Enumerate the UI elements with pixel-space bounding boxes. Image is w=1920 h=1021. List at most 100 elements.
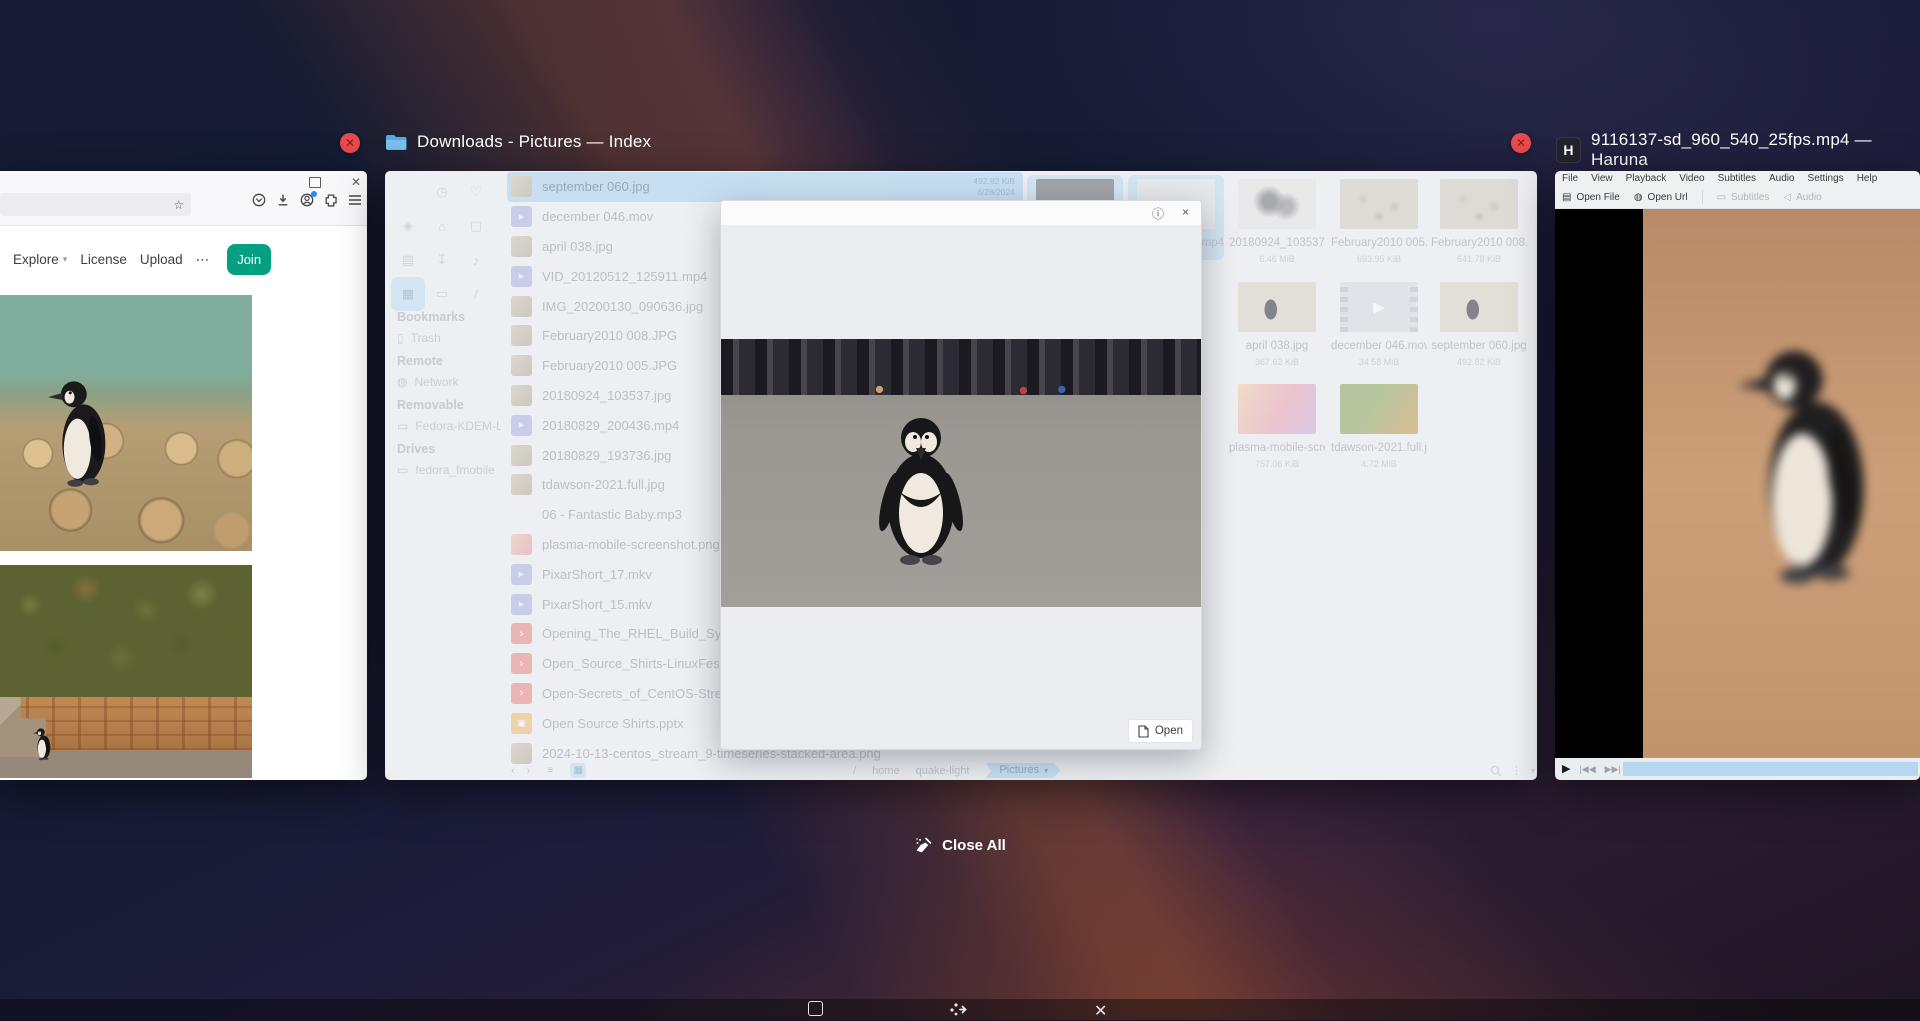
menu-settings[interactable]: Settings xyxy=(1808,173,1844,184)
grid-item[interactable]: tdawson-2021.full.jpg4.72 MiB xyxy=(1331,380,1427,469)
close-window-badge-browser[interactable]: ✕ xyxy=(340,133,360,153)
place-desktop-icon[interactable]: ▢ xyxy=(459,209,493,243)
sidebar-item-network[interactable]: ◍Network xyxy=(397,375,501,389)
bookmark-star-icon[interactable]: ☆ xyxy=(173,198,184,212)
pocket-icon[interactable] xyxy=(252,193,266,207)
info-icon[interactable]: ⓘ xyxy=(1152,205,1164,222)
grid-item[interactable]: February2010 005.JPG693.95 KiB xyxy=(1331,175,1427,264)
grid-file-name: February2010 008.JPG xyxy=(1431,237,1527,249)
breadcrumb-root[interactable]: / xyxy=(853,765,856,777)
back-button[interactable]: ‹ xyxy=(511,765,515,777)
open-url-icon: ◍ xyxy=(1634,192,1643,203)
window-caption-files-label: Downloads - Pictures — Index xyxy=(417,132,651,152)
place-downloads-icon[interactable]: ↧ xyxy=(425,243,459,277)
seek-bar[interactable] xyxy=(1623,762,1918,776)
play-button[interactable]: ▶ xyxy=(1562,764,1570,775)
close-window-badge-files[interactable]: ✕ xyxy=(1511,133,1531,153)
place-documents-icon[interactable]: ▤ xyxy=(391,243,425,277)
next-button[interactable]: ▶▶| xyxy=(1605,765,1621,774)
download-icon[interactable] xyxy=(276,193,290,207)
grid-item[interactable]: 20180924_103537.jpg 6.46 MiB xyxy=(1229,175,1325,264)
window-caption-files[interactable]: Downloads - Pictures — Index xyxy=(385,132,651,152)
menu-help[interactable]: Help xyxy=(1857,173,1878,184)
menu-playback[interactable]: Playback xyxy=(1626,173,1667,184)
sidebar-section-title: Drives xyxy=(397,442,501,456)
file-thumbnail-video xyxy=(511,564,532,585)
grid-file-size: 6.46 MiB xyxy=(1229,254,1325,264)
files-window[interactable]: ◷♡◈⌂▢▤↧♪▦▭/ Bookmarks▯TrashRemote◍Networ… xyxy=(385,171,1537,780)
file-thumbnail-image xyxy=(511,474,532,495)
url-bar[interactable]: ☆ xyxy=(0,193,191,216)
penguin-photo xyxy=(721,339,1201,607)
file-size: 492.82 KiB xyxy=(973,176,1015,187)
chevron-down-icon[interactable]: ▾ xyxy=(1531,766,1535,775)
nav-explore[interactable]: Explore▾ xyxy=(13,252,67,267)
window-caption-player-label: 9116137-sd_960_540_25fps.mp4 — Haruna xyxy=(1591,130,1920,170)
grid-item[interactable]: February2010 008.JPG 641.78 KiB xyxy=(1431,175,1527,264)
restore-window-icon[interactable] xyxy=(309,177,321,188)
video-area[interactable] xyxy=(1555,209,1920,758)
audio-icon: ◁ xyxy=(1783,192,1791,203)
breadcrumb-current[interactable]: Pictures ▾ xyxy=(985,763,1060,778)
bottom-bar: ✕ xyxy=(0,999,1920,1020)
filmstrip xyxy=(1410,282,1418,332)
files-statusbar: ‹ › ≡ ▦ / home quake-light Pictures ▾ xyxy=(385,761,1537,780)
close-all-button[interactable]: Close All xyxy=(0,836,1920,855)
browser-window[interactable]: ✕ ☆ Explore▾ License Upload ⋯ Join xyxy=(0,171,367,780)
open-button[interactable]: Open xyxy=(1128,719,1193,743)
nav-license[interactable]: License xyxy=(80,252,127,267)
grid-item[interactable]: plasma-mobile-screen…757.06 KiB xyxy=(1229,380,1325,469)
place-recent-icon[interactable]: ◷ xyxy=(425,175,459,209)
close-window-icon[interactable]: ✕ xyxy=(351,176,361,188)
breadcrumb-home[interactable]: home xyxy=(872,765,900,777)
stock-photo-penguin-rocks[interactable] xyxy=(0,295,252,551)
grid-item[interactable]: april 038.jpg367.62 KiB xyxy=(1229,278,1325,367)
grid-file-name: december 046.mov xyxy=(1331,340,1427,352)
file-thumbnail-pdf xyxy=(511,683,532,704)
sidebar-item-fedora-kdem-live-[interactable]: ▭Fedora-KDEM-Live…⇞ xyxy=(397,419,501,433)
open-file-button[interactable]: ▤Open File xyxy=(1562,192,1620,203)
previous-button[interactable]: |◀◀ xyxy=(1579,765,1595,774)
nav-upload[interactable]: Upload xyxy=(140,252,183,267)
menu-icon[interactable] xyxy=(348,194,362,206)
move-icon[interactable] xyxy=(949,1001,969,1018)
grid-view-button[interactable]: ▦ xyxy=(570,763,586,778)
open-url-button[interactable]: ◍Open Url xyxy=(1634,192,1688,203)
place-tags-icon[interactable]: ◈ xyxy=(391,209,425,243)
breadcrumb-user[interactable]: quake-light xyxy=(916,765,970,777)
forward-button[interactable]: › xyxy=(527,765,531,777)
grid-item[interactable]: september 060.jpg492.82 KiB xyxy=(1431,278,1527,367)
overflow-menu-icon[interactable]: ⋮ xyxy=(1511,764,1522,777)
image-viewer-dialog[interactable]: ⓘ × Open xyxy=(720,200,1202,750)
join-button[interactable]: Join xyxy=(227,244,271,275)
extensions-icon[interactable] xyxy=(324,193,338,207)
stock-photo-penguin-wall[interactable] xyxy=(0,565,252,778)
close-dialog-icon[interactable]: × xyxy=(1182,205,1189,222)
place-favorites-icon[interactable]: ♡ xyxy=(459,175,493,209)
menu-subtitles[interactable]: Subtitles xyxy=(1718,173,1756,184)
menu-view[interactable]: View xyxy=(1591,173,1613,184)
close-icon[interactable]: ✕ xyxy=(1094,1001,1107,1021)
file-name: 06 - Fantastic Baby.mp3 xyxy=(542,507,682,522)
grid-file-size: 641.78 KiB xyxy=(1431,254,1527,264)
place-home-icon[interactable]: ⌂ xyxy=(425,209,459,243)
maximize-icon[interactable] xyxy=(808,1001,823,1016)
menu-file[interactable]: File xyxy=(1562,173,1578,184)
foliage xyxy=(0,565,252,697)
grid-file-name: 20180924_103537.jpg xyxy=(1229,237,1325,249)
menu-audio[interactable]: Audio xyxy=(1769,173,1795,184)
file-row[interactable]: september 060.jpg492.82 KiB6/28/2024 xyxy=(507,172,1023,202)
sidebar-item-fedora-fmobile[interactable]: ▭fedora_fmobile xyxy=(397,463,501,477)
sidebar-item-trash[interactable]: ▯Trash xyxy=(397,331,501,345)
file-name: 20180924_103537.jpg xyxy=(542,388,671,403)
window-caption-player[interactable]: H 9116137-sd_960_540_25fps.mp4 — Haruna xyxy=(1556,130,1920,170)
nav-more-icon[interactable]: ⋯ xyxy=(196,252,210,268)
grid-thumbnail-sketch xyxy=(1238,179,1316,229)
account-icon[interactable] xyxy=(300,193,314,207)
search-icon[interactable] xyxy=(1490,765,1502,777)
player-window[interactable]: File View Playback Video Subtitles Audio Setti… xyxy=(1555,171,1920,780)
list-view-button[interactable]: ≡ xyxy=(542,763,558,778)
menu-video[interactable]: Video xyxy=(1679,173,1704,184)
grid-item[interactable]: december 046.mov34.58 MiB xyxy=(1331,278,1427,367)
place-music-icon[interactable]: ♪ xyxy=(459,243,493,277)
